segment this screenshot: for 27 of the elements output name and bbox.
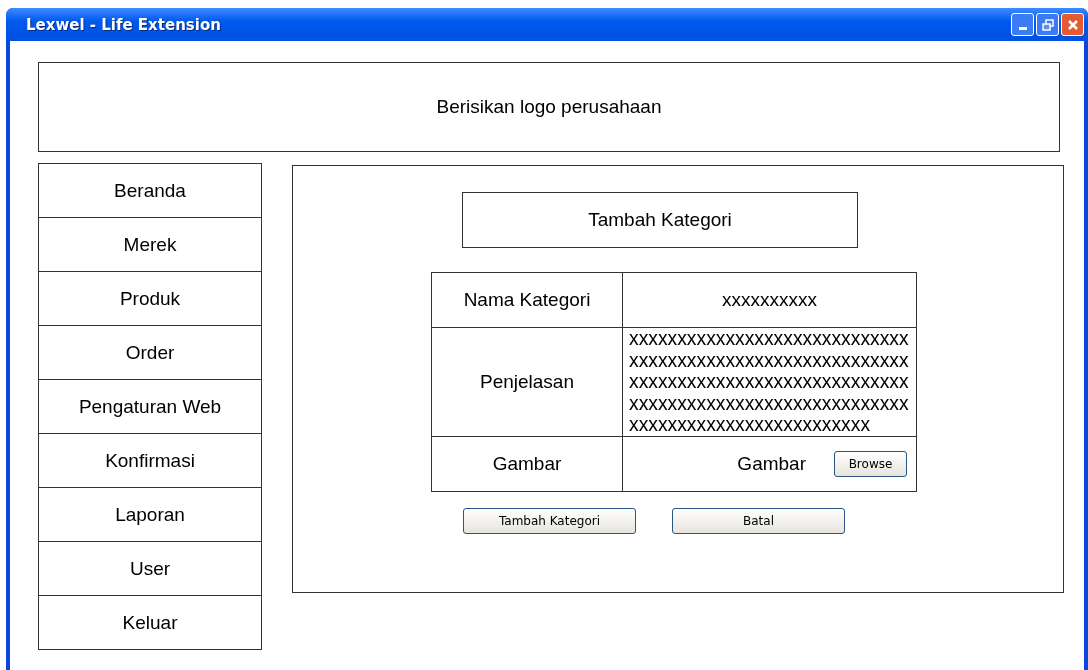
file-name: Gambar <box>737 453 806 475</box>
field-value[interactable]: xxxxxxxxxx <box>623 273 916 327</box>
window-title: Lexwel - Life Extension <box>26 15 221 34</box>
minimize-icon <box>1018 27 1027 30</box>
field-label: Gambar <box>432 437 623 491</box>
close-icon <box>1066 18 1079 31</box>
description-field[interactable]: xxxxxxxxxxxxxxxxxxxxxxxxxxxxxxxxxxxxxxxxxxxxxxxxxxxxxxxxxxxxxxxxxxxxxxxxxxxxxxxxxxxxxxxxxxxxxxxxxxxxxxxxxxxxxxxxxxxxxxxxxxxxxxxxxxxxxxxxxxxxx <box>623 328 916 436</box>
sidebar-item[interactable]: Beranda <box>38 163 262 218</box>
field-label: Penjelasan <box>432 328 623 436</box>
browse-button[interactable]: Browse <box>834 451 907 477</box>
minimize-button[interactable] <box>1011 13 1034 36</box>
field-label: Nama Kategori <box>432 273 623 327</box>
submit-button[interactable]: Tambah Kategori <box>463 508 636 534</box>
restore-button[interactable] <box>1036 13 1059 36</box>
close-button[interactable] <box>1061 13 1084 36</box>
sidebar-item[interactable]: Order <box>38 325 262 380</box>
sidebar-item[interactable]: Pengaturan Web <box>38 379 262 434</box>
sidebar-item[interactable]: User <box>38 541 262 596</box>
cancel-button[interactable]: Batal <box>672 508 845 534</box>
sidebar-item[interactable]: Keluar <box>38 595 262 650</box>
restore-icon <box>1041 18 1054 31</box>
logo-caption: Berisikan logo perusahaan <box>436 96 662 118</box>
sidebar-item[interactable]: Produk <box>38 271 262 326</box>
sidebar-item[interactable]: Merek <box>38 217 262 272</box>
form-title: Tambah Kategori <box>462 192 858 248</box>
sidebar-item[interactable]: Laporan <box>38 487 262 542</box>
sidebar-item[interactable]: Konfirmasi <box>38 433 262 488</box>
